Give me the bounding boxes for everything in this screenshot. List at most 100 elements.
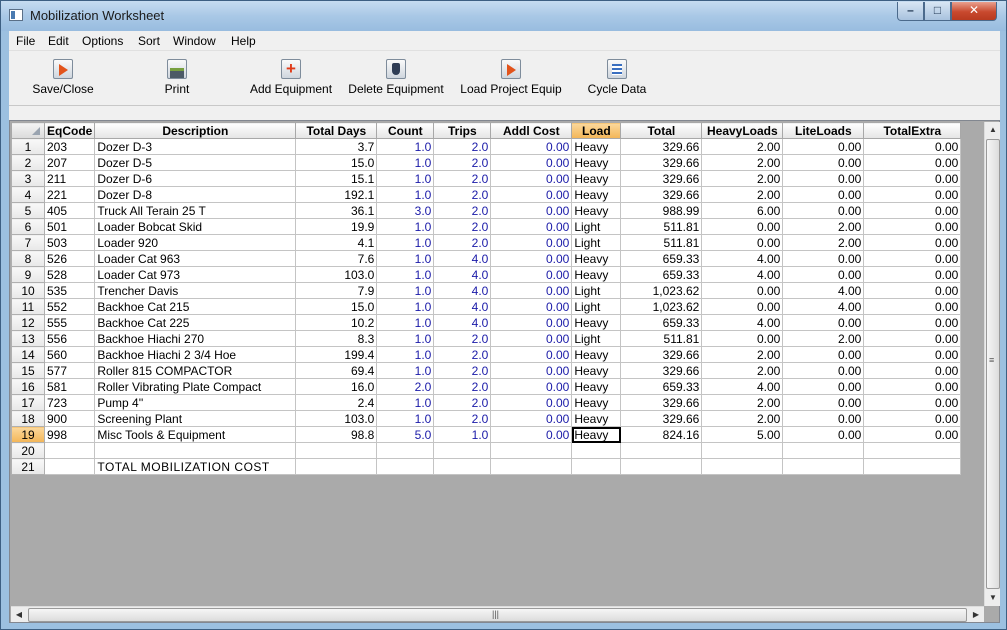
cell-total-days[interactable]: 7.6 <box>295 250 378 267</box>
cell-total-days[interactable]: 19.9 <box>295 218 378 235</box>
row-header[interactable]: 11 <box>11 298 45 315</box>
cell-addl-cost[interactable]: 0.00 <box>490 394 573 411</box>
vertical-scrollbar[interactable]: ▲ ≡ ▼ <box>984 122 1000 606</box>
select-all-corner[interactable] <box>11 122 45 139</box>
cell-eqcode[interactable]: 560 <box>43 346 96 363</box>
cell-eqcode[interactable]: 526 <box>43 250 96 267</box>
cell-totalextra[interactable]: 0.00 <box>863 330 962 347</box>
col-header-liteloads[interactable]: LiteLoads <box>782 122 865 139</box>
col-header-trips[interactable]: Trips <box>433 122 492 139</box>
table-row[interactable]: 21 TOTAL MOBILIZATION COST <box>11 458 962 475</box>
table-row[interactable]: 11 552 Backhoe Cat 215 15.0 1.0 4.0 0.00 Light 1… <box>11 298 962 315</box>
cell-count[interactable]: 1.0 <box>376 346 435 363</box>
col-header-eqcode[interactable]: EqCode <box>43 122 96 139</box>
row-header[interactable]: 9 <box>11 266 45 283</box>
cell-trips[interactable]: 2.0 <box>433 138 492 155</box>
cell-totalextra[interactable]: 0.00 <box>863 138 962 155</box>
col-header-count[interactable]: Count <box>376 122 435 139</box>
cell-load[interactable]: Heavy <box>571 362 622 379</box>
cell-totalextra[interactable]: 0.00 <box>863 378 962 395</box>
row-header[interactable]: 6 <box>11 218 45 235</box>
cell-liteloads[interactable]: 0.00 <box>782 410 865 427</box>
menu-sort[interactable]: Sort <box>138 34 160 48</box>
cell-count[interactable] <box>376 442 435 459</box>
cell-total-days[interactable]: 8.3 <box>295 330 378 347</box>
cell-liteloads[interactable]: 0.00 <box>782 362 865 379</box>
cell-heavyloads[interactable]: 2.00 <box>701 138 784 155</box>
menu-help[interactable]: Help <box>231 34 256 48</box>
cell-trips[interactable]: 2.0 <box>433 218 492 235</box>
cell-trips[interactable]: 4.0 <box>433 314 492 331</box>
cell-totalextra[interactable]: 0.00 <box>863 170 962 187</box>
cell-eqcode[interactable]: 221 <box>43 186 96 203</box>
cell-liteloads[interactable]: 0.00 <box>782 314 865 331</box>
cell-load[interactable]: Heavy <box>571 410 622 427</box>
cell-trips[interactable]: 1.0 <box>433 426 492 443</box>
cell-heavyloads[interactable]: 2.00 <box>701 154 784 171</box>
col-header-total[interactable]: Total <box>620 122 703 139</box>
cell-totalextra[interactable]: 0.00 <box>863 250 962 267</box>
cell-addl-cost[interactable]: 0.00 <box>490 282 573 299</box>
scroll-up-icon[interactable]: ▲ <box>985 122 1001 138</box>
cell-count[interactable]: 1.0 <box>376 410 435 427</box>
cell-count[interactable]: 1.0 <box>376 186 435 203</box>
cell-addl-cost[interactable]: 0.00 <box>490 218 573 235</box>
cell-heavyloads[interactable]: 4.00 <box>701 378 784 395</box>
row-header[interactable]: 7 <box>11 234 45 251</box>
cell-trips[interactable]: 2.0 <box>433 378 492 395</box>
cell-total-days[interactable]: 103.0 <box>295 266 378 283</box>
cell-eqcode[interactable]: 528 <box>43 266 96 283</box>
horizontal-scrollbar[interactable]: ◀ ||| ▶ <box>11 606 984 622</box>
cell-load[interactable]: Heavy <box>571 426 622 443</box>
cell-heavyloads[interactable]: 2.00 <box>701 186 784 203</box>
cell-heavyloads[interactable]: 2.00 <box>701 170 784 187</box>
cell-load[interactable]: Heavy <box>571 378 622 395</box>
cell-description[interactable]: Backhoe Hiachi 2 3/4 Hoe <box>94 346 297 363</box>
row-header[interactable]: 21 <box>11 458 45 475</box>
cell-total[interactable]: 659.33 <box>620 314 703 331</box>
cell-addl-cost[interactable]: 0.00 <box>490 250 573 267</box>
table-row[interactable]: 5 405 Truck All Terain 25 T 36.1 3.0 2.0 0.00 H… <box>11 202 962 219</box>
cell-heavyloads[interactable]: 4.00 <box>701 266 784 283</box>
cell-load[interactable]: Heavy <box>571 394 622 411</box>
cell-totalextra[interactable]: 0.00 <box>863 266 962 283</box>
menu-file[interactable]: File <box>16 34 35 48</box>
minimize-button[interactable]: – <box>897 2 924 21</box>
cell-load[interactable]: Heavy <box>571 250 622 267</box>
row-header[interactable]: 1 <box>11 138 45 155</box>
row-header[interactable]: 3 <box>11 170 45 187</box>
close-button[interactable]: ✕ <box>951 2 997 21</box>
row-header[interactable]: 2 <box>11 154 45 171</box>
cell-eqcode[interactable]: 581 <box>43 378 96 395</box>
row-header[interactable]: 17 <box>11 394 45 411</box>
cell-totalextra[interactable]: 0.00 <box>863 298 962 315</box>
cell-liteloads[interactable]: 0.00 <box>782 346 865 363</box>
cell-description[interactable]: Dozer D-6 <box>94 170 297 187</box>
cell-description[interactable]: Screening Plant <box>94 410 297 427</box>
cell-total[interactable]: 659.33 <box>620 266 703 283</box>
cell-total-days[interactable]: 98.8 <box>295 426 378 443</box>
row-header[interactable]: 15 <box>11 362 45 379</box>
cell-totalextra[interactable] <box>863 458 962 475</box>
cell-total[interactable]: 511.81 <box>620 218 703 235</box>
cell-addl-cost[interactable]: 0.00 <box>490 298 573 315</box>
row-header[interactable]: 13 <box>11 330 45 347</box>
cell-heavyloads[interactable]: 0.00 <box>701 234 784 251</box>
table-row[interactable]: 10 535 Trencher Davis 7.9 1.0 4.0 0.00 Light 1,0… <box>11 282 962 299</box>
cell-heavyloads[interactable]: 2.00 <box>701 410 784 427</box>
row-header[interactable]: 14 <box>11 346 45 363</box>
cell-load[interactable]: Heavy <box>571 186 622 203</box>
cell-trips[interactable]: 2.0 <box>433 202 492 219</box>
cell-liteloads[interactable]: 4.00 <box>782 298 865 315</box>
cell-trips[interactable]: 2.0 <box>433 362 492 379</box>
col-header-total-days[interactable]: Total Days <box>295 122 378 139</box>
cell-load[interactable]: Light <box>571 218 622 235</box>
cell-total[interactable] <box>620 442 703 459</box>
row-header[interactable]: 18 <box>11 410 45 427</box>
cell-heavyloads[interactable]: 0.00 <box>701 282 784 299</box>
cell-total[interactable]: 329.66 <box>620 186 703 203</box>
row-header[interactable]: 16 <box>11 378 45 395</box>
cell-trips[interactable]: 2.0 <box>433 234 492 251</box>
cell-eqcode[interactable]: 556 <box>43 330 96 347</box>
cell-total-days[interactable]: 16.0 <box>295 378 378 395</box>
